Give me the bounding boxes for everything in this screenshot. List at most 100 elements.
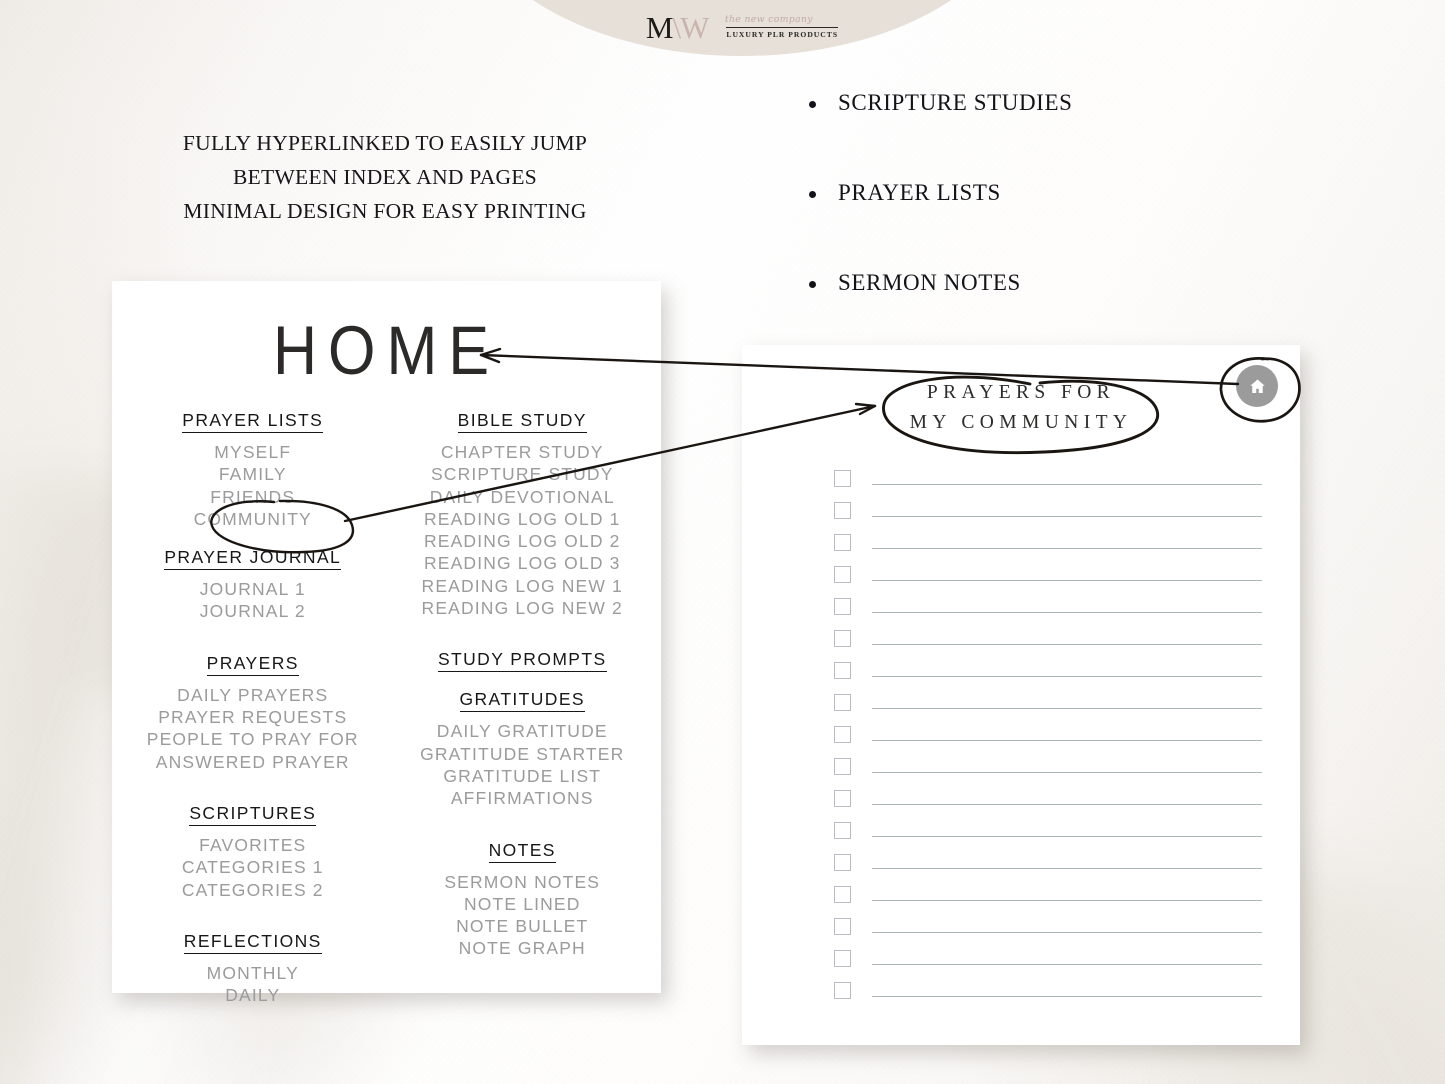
index-link-item[interactable]: NOTE GRAPH [459,937,586,959]
prayer-write-line[interactable] [872,676,1262,678]
index-link-item[interactable]: COMMUNITY [194,508,312,530]
prayer-write-line[interactable] [872,484,1262,486]
index-link-item[interactable]: GRATITUDE LIST [443,765,601,787]
index-section-items: MYSELF FAMILY FRIENDS COMMUNITY [194,441,312,530]
index-section-items: FAVORITES CATEGORIES 1 CATEGORIES 2 [182,834,324,901]
prayer-checkbox[interactable] [834,694,851,711]
index-section-items: DAILY PRAYERS PRAYER REQUESTS PEOPLE TO PR… [147,684,359,773]
index-section: REFLECTIONS MONTHLY DAILY [118,931,388,1007]
prayer-checkbox[interactable] [834,982,851,999]
index-section-heading[interactable]: STUDY PROMPTS [437,649,607,673]
index-section-items: SERMON NOTES NOTE LINED NOTE BULLET NOTE GR… [444,871,600,960]
index-link-item[interactable]: FRIENDS [210,486,295,508]
index-link-item[interactable]: MYSELF [214,441,291,463]
prayer-row [834,818,1262,850]
index-section: SCRIPTURES FAVORITES CATEGORIES 1 CATEGORIE… [118,803,388,901]
feature-bullet-item: SCRIPTURE STUDIES [800,90,1160,116]
index-link-item[interactable]: SCRIPTURE STUDY [431,463,614,485]
home-icon [1248,377,1267,396]
index-link-item[interactable]: JOURNAL 2 [200,600,306,622]
caption-line-2: BETWEEN INDEX AND PAGES [232,165,538,189]
prayer-checkbox[interactable] [834,822,851,839]
index-link-item[interactable]: READING LOG NEW 2 [422,597,623,619]
prayer-write-line[interactable] [872,548,1262,550]
index-link-item[interactable]: FAMILY [219,463,287,485]
index-section-heading[interactable]: PRAYER LISTS [182,410,324,433]
index-link-item[interactable]: NOTE BULLET [456,915,588,937]
index-link-item[interactable]: DAILY GRATITUDE [437,720,608,742]
prayer-checkbox[interactable] [834,854,851,871]
index-right-column: BIBLE STUDY CHAPTER STUDY SCRIPTURE STUDY D… [388,410,662,1006]
index-section: PRAYER LISTS MYSELF FAMILY FRIENDS COMMUNITY [118,410,388,530]
prayer-checkbox[interactable] [834,790,851,807]
index-link-item[interactable]: DAILY PRAYERS [177,684,328,706]
index-section-heading[interactable]: NOTES [488,840,556,863]
index-link-item[interactable]: DAILY [225,984,280,1006]
prayer-row-list [834,466,1262,1010]
index-link-item[interactable]: SERMON NOTES [444,871,600,893]
index-link-item[interactable]: READING LOG OLD 2 [424,530,621,552]
index-section-heading[interactable]: BIBLE STUDY [457,410,587,433]
prayer-write-line[interactable] [872,932,1262,934]
index-section-heading[interactable]: PRAYERS [206,653,299,676]
prayer-checkbox[interactable] [834,918,851,935]
index-link-item[interactable]: READING LOG OLD 1 [424,508,621,530]
index-link-item[interactable]: PRAYER REQUESTS [158,706,347,728]
prayer-write-line[interactable] [872,580,1262,582]
brand-wordmark: the new company LUXURY PLR PRODUCTS [725,15,839,39]
prayer-write-line[interactable] [872,996,1262,998]
page-title: HOME [273,312,500,389]
prayer-write-line[interactable] [872,740,1262,742]
prayer-write-line[interactable] [872,964,1262,966]
index-link-item[interactable]: GRATITUDE STARTER [420,743,624,765]
index-link-item[interactable]: JOURNAL 1 [200,578,306,600]
prayer-checkbox[interactable] [834,566,851,583]
caption-line-3: MINIMAL DESIGN FOR EASY PRINTING [183,199,587,223]
prayer-checkbox[interactable] [834,470,851,487]
index-link-item[interactable]: NOTE LINED [464,893,581,915]
index-section: NOTES SERMON NOTES NOTE LINED NOTE BULLET NO… [388,840,658,960]
prayer-checkbox[interactable] [834,598,851,615]
index-section-heading[interactable]: SCRIPTURES [189,803,317,826]
index-link-item[interactable]: ANSWERED PRAYER [156,751,350,773]
prayer-page: PRAYERS FOR MY COMMUNITY [742,345,1300,1045]
index-link-item[interactable]: MONTHLY [207,962,299,984]
index-link-item[interactable]: READING LOG OLD 3 [424,552,621,574]
index-section-heading[interactable]: GRATITUDES [459,689,585,713]
prayer-write-line[interactable] [872,900,1262,902]
index-link-item[interactable]: CATEGORIES 1 [182,856,324,878]
index-link-item[interactable]: AFFIRMATIONS [451,787,594,809]
index-page: HOME PRAYER LISTS MYSELF FAMILY FRIENDS COMM… [112,281,661,1005]
index-link-item[interactable]: CATEGORIES 2 [182,879,324,901]
prayer-write-line[interactable] [872,644,1262,646]
prayer-write-line[interactable] [872,708,1262,710]
prayer-write-line[interactable] [872,516,1262,518]
prayer-checkbox[interactable] [834,630,851,647]
index-link-item[interactable]: DAILY DEVOTIONAL [430,486,615,508]
prayer-write-line[interactable] [872,612,1262,614]
prayer-write-line[interactable] [872,772,1262,774]
index-link-item[interactable]: READING LOG NEW 1 [422,575,623,597]
prayer-checkbox[interactable] [834,950,851,967]
prayer-checkbox[interactable] [834,758,851,775]
home-button[interactable] [1236,365,1278,407]
index-left-column: PRAYER LISTS MYSELF FAMILY FRIENDS COMMUNITY… [112,410,388,1006]
prayer-write-line[interactable] [872,804,1262,806]
index-section-heading[interactable]: REFLECTIONS [183,931,322,954]
index-section-heading[interactable]: PRAYER JOURNAL [164,547,342,571]
index-link-item[interactable]: FAVORITES [199,834,306,856]
prayer-checkbox[interactable] [834,662,851,679]
prayer-write-line[interactable] [872,868,1262,870]
index-section-items: JOURNAL 1 JOURNAL 2 [200,578,306,623]
prayer-checkbox[interactable] [834,502,851,519]
mockup-canvas: M \W the new company LUXURY PLR PRODUCTS … [0,0,1445,1084]
index-section: GRATITUDES DAILY GRATITUDE GRATITUDE START… [388,689,658,809]
prayer-write-line[interactable] [872,836,1262,838]
monogram-letter-m: M [645,9,674,45]
prayer-title-line-1: PRAYERS FOR [926,382,1116,403]
index-link-item[interactable]: PEOPLE TO PRAY FOR [147,728,359,750]
prayer-checkbox[interactable] [834,534,851,551]
prayer-checkbox[interactable] [834,886,851,903]
prayer-checkbox[interactable] [834,726,851,743]
index-link-item[interactable]: CHAPTER STUDY [441,441,604,463]
